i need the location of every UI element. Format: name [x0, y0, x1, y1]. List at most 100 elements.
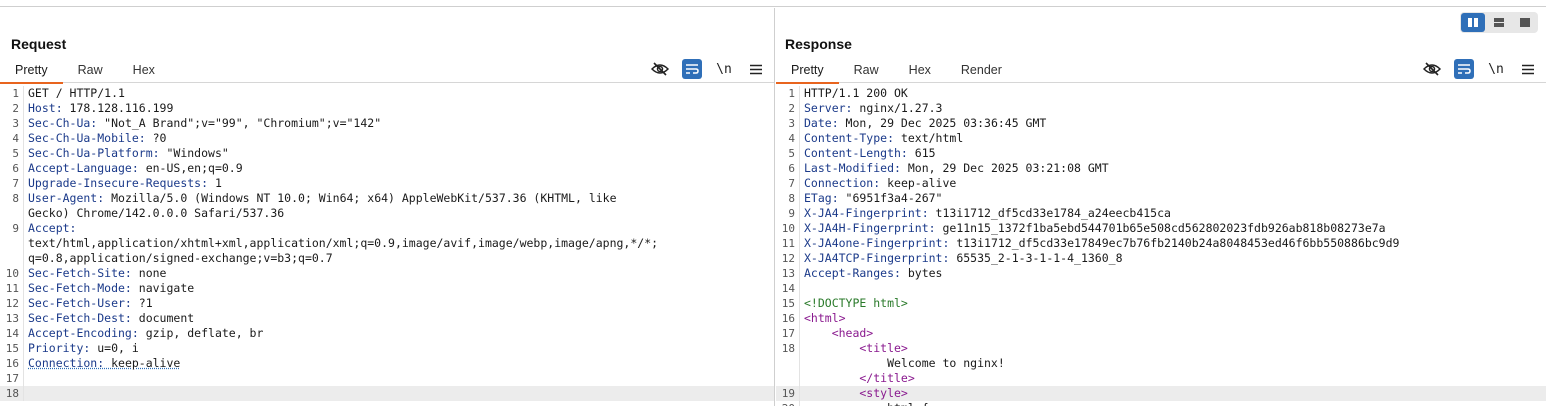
line-content: Accept-Ranges: bytes [800, 266, 942, 281]
code-line: 6 Last-Modified: Mon, 29 Dec 2025 03:21:0… [776, 161, 1546, 176]
header-name: Content-Type: [804, 131, 895, 145]
header-value: t13i1712_df5cd33e1784_a24eecb415ca [928, 206, 1171, 220]
eye-slash-icon [1423, 62, 1441, 76]
line-number: 6 [776, 161, 800, 176]
line-content: X-JA4H-Fingerprint: ge11n15_1372f1ba5ebd… [800, 221, 1386, 236]
code-line: 8 ETag: "6951f3a4-267" [776, 191, 1546, 206]
line-number: 5 [776, 146, 800, 161]
header-value: Mon, 29 Dec 2025 03:21:08 GMT [900, 161, 1109, 175]
header-name: Accept-Ranges: [804, 266, 901, 280]
line-number [0, 251, 24, 266]
line-number: 4 [0, 131, 24, 146]
line-content: Sec-Fetch-Site: none [24, 266, 166, 281]
code-line: 16 Connection: keep-alive [0, 356, 774, 371]
response-tab-pretty[interactable]: Pretty [776, 61, 839, 84]
line-content: </title> [800, 371, 915, 386]
response-menu-button[interactable] [1518, 59, 1538, 79]
header-value: document [131, 311, 195, 325]
line-content: Content-Length: 615 [800, 146, 936, 161]
line-content: Priority: u=0, i [24, 341, 139, 356]
line-number: 5 [0, 146, 24, 161]
line-number: 15 [0, 341, 24, 356]
line-content: Gecko) Chrome/142.0.0.0 Safari/537.36 [24, 206, 284, 221]
line-number: 8 [776, 191, 800, 206]
line-content: Sec-Fetch-User: ?1 [24, 296, 153, 311]
header-value: keep-alive [104, 356, 181, 370]
line-number: 2 [0, 101, 24, 116]
request-menu-button[interactable] [746, 59, 766, 79]
header-value: nginx/1.27.3 [852, 101, 943, 115]
line-content: Accept-Encoding: gzip, deflate, br [24, 326, 263, 341]
code-line: </title> [776, 371, 1546, 386]
line-text: HTTP/1.1 200 OK [804, 86, 908, 100]
eye-slash-icon [651, 62, 669, 76]
line-content: Sec-Ch-Ua: "Not_A Brand";v="99", "Chromi… [24, 116, 381, 131]
header-value: u=0, i [90, 341, 139, 355]
code-line: 10 X-JA4H-Fingerprint: ge11n15_1372f1ba5e… [776, 221, 1546, 236]
wrap-icon [686, 64, 699, 74]
line-number: 18 [776, 341, 800, 356]
line-number: 10 [0, 266, 24, 281]
line-content [800, 281, 804, 296]
header-name: Server: [804, 101, 853, 115]
line-content: X-JA4TCP-Fingerprint: 65535_2-1-3-1-1-4_… [800, 251, 1123, 266]
code-line: 13 Accept-Ranges: bytes [776, 266, 1546, 281]
code-line: 11 Sec-Fetch-Mode: navigate [0, 281, 774, 296]
header-name: Host: [28, 101, 63, 115]
line-content: Sec-Fetch-Mode: navigate [24, 281, 194, 296]
response-newline-button[interactable]: \n [1486, 59, 1506, 79]
line-text: text/html,application/xhtml+xml,applicat… [28, 236, 659, 250]
header-name: Accept: [28, 221, 77, 235]
code-line: 17 <head> [776, 326, 1546, 341]
code-line: 17 [0, 371, 774, 386]
request-editor[interactable]: 1 GET / HTTP/1.1 2 Host: 178.128.116.199 3 Se… [0, 86, 774, 406]
line-number: 2 [776, 101, 800, 116]
code-line: 7 Connection: keep-alive [776, 176, 1546, 191]
response-hide-nonprintable-button[interactable] [1422, 59, 1442, 79]
request-title: Request [11, 36, 67, 52]
header-value: "6951f3a4-267" [838, 191, 943, 205]
line-content: X-JA4one-Fingerprint: t13i1712_df5cd33e1… [800, 236, 1399, 251]
line-content: Sec-Ch-Ua-Mobile: ?0 [24, 131, 166, 146]
line-content: Host: 178.128.116.199 [24, 101, 173, 116]
response-tab-render[interactable]: Render [946, 61, 1017, 83]
line-content: Sec-Fetch-Dest: document [24, 311, 194, 326]
header-name: Sec-Ch-Ua-Platform: [28, 146, 160, 160]
line-text: <head> [804, 326, 874, 340]
header-value: ?1 [131, 296, 153, 310]
request-tab-raw[interactable]: Raw [63, 61, 118, 83]
header-name: User-Agent: [28, 191, 105, 205]
line-text: <style> [804, 386, 908, 400]
line-content: <style> [800, 386, 908, 401]
line-content: Upgrade-Insecure-Requests: 1 [24, 176, 222, 191]
line-number: 12 [776, 251, 800, 266]
line-number: 20 [776, 401, 800, 406]
header-value: 65535_2-1-3-1-1-4_1360_8 [949, 251, 1123, 265]
code-line: 18 [0, 386, 774, 401]
wrap-icon [1458, 64, 1471, 74]
request-newline-button[interactable]: \n [714, 59, 734, 79]
request-tab-pretty[interactable]: Pretty [0, 61, 63, 84]
request-hide-nonprintable-button[interactable] [650, 59, 670, 79]
code-line: 20 html { [776, 401, 1546, 406]
response-word-wrap-button[interactable] [1454, 59, 1474, 79]
request-tab-hex[interactable]: Hex [118, 61, 170, 83]
line-content: Accept: [24, 221, 76, 236]
header-name: Content-Length: [804, 146, 908, 160]
line-content: Date: Mon, 29 Dec 2025 03:36:45 GMT [800, 116, 1046, 131]
response-editor[interactable]: 1 HTTP/1.1 200 OK 2 Server: nginx/1.27.3 3 Da… [776, 86, 1546, 406]
code-line: 19 <style> [776, 386, 1546, 401]
header-name: X-JA4-Fingerprint: [804, 206, 929, 220]
line-number [776, 356, 800, 371]
response-tab-hex[interactable]: Hex [894, 61, 946, 83]
line-number: 7 [776, 176, 800, 191]
response-tab-raw[interactable]: Raw [839, 61, 894, 83]
line-text: </title> [804, 371, 915, 385]
request-word-wrap-button[interactable] [682, 59, 702, 79]
header-value: t13i1712_df5cd33e17849ec7b76fb2140b24a80… [949, 236, 1400, 250]
header-name: Accept-Encoding: [28, 326, 139, 340]
line-number: 15 [776, 296, 800, 311]
header-name: Sec-Ch-Ua: [28, 116, 98, 130]
line-content: User-Agent: Mozilla/5.0 (Windows NT 10.0… [24, 191, 617, 206]
header-value: gzip, deflate, br [138, 326, 264, 340]
